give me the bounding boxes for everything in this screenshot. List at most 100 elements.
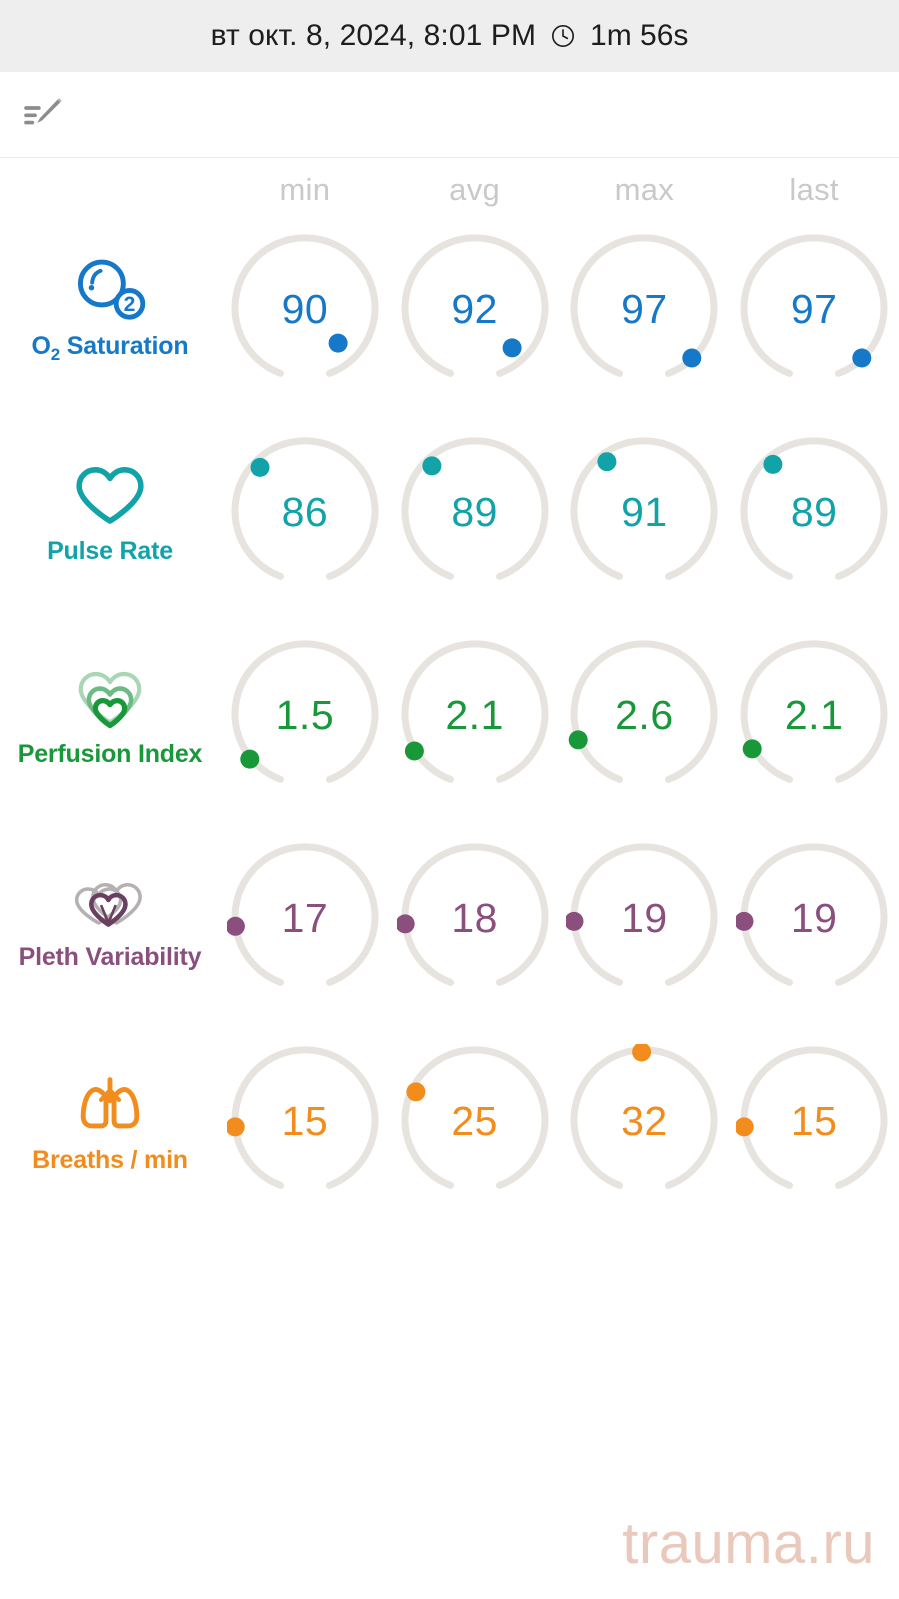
gauge-pulse-avg: 89 bbox=[397, 435, 553, 591]
gauge-value-pulse-avg: 89 bbox=[451, 489, 498, 535]
metric-row-breaths-per-min[interactable]: Breaths / min 15 25 32 15 bbox=[0, 1020, 899, 1223]
column-header-last: last bbox=[789, 172, 839, 207]
metric-name-pulse-rate: Pulse Rate bbox=[47, 537, 173, 565]
gauge-value-o2-avg: 92 bbox=[451, 286, 498, 332]
gauge-cell-max[interactable]: 19 bbox=[560, 841, 730, 997]
gauge-pleth-last: 19 bbox=[736, 841, 892, 997]
gauge-breaths-min: 15 bbox=[226, 1044, 383, 1200]
metric-row-perfusion-index[interactable]: Perfusion Index 1.5 2.1 2.6 2.1 bbox=[0, 614, 899, 817]
gauge-cell-min[interactable]: 1.5 bbox=[220, 638, 390, 794]
metric-label-pleth-variability: Pleth Variability bbox=[0, 865, 220, 972]
watermark: trauma.ru bbox=[622, 1511, 875, 1576]
column-header-min: min bbox=[279, 172, 331, 207]
gauge-value-breaths-last: 15 bbox=[790, 1098, 838, 1144]
gauge-cell-avg[interactable]: 92 bbox=[390, 232, 560, 388]
oxygen-bubble-icon: 2 bbox=[71, 254, 149, 326]
metrics-table: 2 O2 Saturation 90 92 97 97 Pulse Rate 8… bbox=[0, 208, 899, 1223]
gauge-value-pulse-min: 86 bbox=[281, 489, 329, 535]
gauge-value-o2-last: 97 bbox=[790, 286, 838, 332]
gauge-value-pulse-last: 89 bbox=[790, 489, 838, 535]
column-header-row: min avg max last bbox=[0, 158, 899, 208]
metric-name-perfusion-index: Perfusion Index bbox=[17, 740, 203, 768]
gauge-value-pleth-last: 19 bbox=[790, 895, 838, 941]
gauge-cell-avg[interactable]: 18 bbox=[390, 841, 560, 997]
metric-row-o2-saturation[interactable]: 2 O2 Saturation 90 92 97 97 bbox=[0, 208, 899, 411]
gauge-o2-max: 97 bbox=[566, 232, 722, 388]
metric-row-pulse-rate[interactable]: Pulse Rate 86 89 91 89 bbox=[0, 411, 899, 614]
gauge-group-breaths-per-min: 15 25 32 15 bbox=[220, 1043, 899, 1200]
gauge-value-perfusion-avg: 2.1 bbox=[445, 692, 504, 738]
column-header-spacer bbox=[0, 172, 220, 208]
gauge-group-o2-saturation: 90 92 97 97 bbox=[220, 232, 899, 388]
metric-name-breaths-per-min: Breaths / min bbox=[32, 1146, 188, 1174]
gauge-cell-last[interactable]: 97 bbox=[729, 232, 899, 388]
gauge-breaths-avg: 25 bbox=[397, 1044, 553, 1200]
metric-label-pulse-rate: Pulse Rate bbox=[0, 459, 220, 566]
gauge-cell-last[interactable]: 15 bbox=[729, 1044, 899, 1200]
toolbar bbox=[0, 72, 899, 158]
gauge-perfusion-avg: 2.1 bbox=[397, 638, 553, 794]
edit-note-icon[interactable] bbox=[20, 92, 66, 138]
gauge-value-o2-max: 97 bbox=[621, 286, 668, 332]
gauge-group-pleth-variability: 17 18 19 19 bbox=[220, 841, 899, 997]
gauge-value-breaths-max: 32 bbox=[621, 1098, 668, 1144]
overlapping-hearts-icon bbox=[71, 865, 149, 937]
gauge-perfusion-max: 2.6 bbox=[566, 638, 722, 794]
metric-label-o2-saturation: 2 O2 Saturation bbox=[0, 254, 220, 365]
gauge-cell-avg[interactable]: 89 bbox=[390, 435, 560, 591]
gauge-pulse-min: 86 bbox=[227, 435, 383, 591]
gauge-cell-min[interactable]: 15 bbox=[220, 1044, 390, 1200]
metric-label-perfusion-index: Perfusion Index bbox=[0, 662, 220, 769]
session-datetime: вт окт. 8, 2024, 8:01 PM bbox=[210, 19, 537, 52]
clock-icon bbox=[550, 23, 576, 49]
gauge-cell-max[interactable]: 97 bbox=[560, 232, 730, 388]
lungs-icon bbox=[71, 1068, 149, 1140]
gauge-cell-last[interactable]: 89 bbox=[729, 435, 899, 591]
gauge-perfusion-last: 2.1 bbox=[736, 638, 892, 794]
metric-name-pleth-variability: Pleth Variability bbox=[18, 943, 202, 971]
gauge-cell-min[interactable]: 17 bbox=[220, 841, 390, 997]
gauge-cell-avg[interactable]: 2.1 bbox=[390, 638, 560, 794]
gauge-cell-min[interactable]: 86 bbox=[220, 435, 390, 591]
gauge-cell-min[interactable]: 90 bbox=[220, 232, 390, 388]
gauge-value-perfusion-last: 2.1 bbox=[784, 692, 844, 738]
gauge-o2-avg: 92 bbox=[397, 232, 553, 388]
gauge-o2-min: 90 bbox=[227, 232, 383, 388]
svg-text:2: 2 bbox=[124, 293, 136, 316]
gauge-pulse-max: 91 bbox=[566, 435, 722, 591]
gauge-group-perfusion-index: 1.5 2.1 2.6 2.1 bbox=[220, 638, 899, 794]
nested-hearts-icon bbox=[71, 662, 149, 734]
metric-label-breaths-per-min: Breaths / min bbox=[0, 1068, 220, 1175]
column-header-avg: avg bbox=[449, 172, 501, 207]
heart-outline-icon bbox=[71, 459, 149, 531]
session-duration: 1m 56s bbox=[590, 19, 689, 52]
gauge-cell-max[interactable]: 91 bbox=[560, 435, 730, 591]
column-header-max: max bbox=[614, 172, 675, 207]
gauge-perfusion-min: 1.5 bbox=[227, 638, 383, 794]
gauge-cell-last[interactable]: 2.1 bbox=[729, 638, 899, 794]
gauge-pleth-avg: 18 bbox=[396, 841, 553, 997]
gauge-value-pleth-max: 19 bbox=[621, 895, 668, 941]
gauge-group-pulse-rate: 86 89 91 89 bbox=[220, 435, 899, 591]
gauge-cell-max[interactable]: 2.6 bbox=[560, 638, 730, 794]
metric-row-pleth-variability[interactable]: Pleth Variability 17 18 19 19 bbox=[0, 817, 899, 1020]
gauge-breaths-max: 32 bbox=[566, 1043, 722, 1200]
gauge-pleth-max: 19 bbox=[566, 841, 722, 997]
gauge-pulse-last: 89 bbox=[736, 435, 892, 591]
gauge-breaths-last: 15 bbox=[736, 1044, 892, 1200]
gauge-value-pulse-max: 91 bbox=[621, 489, 668, 535]
gauge-pleth-min: 17 bbox=[226, 841, 383, 997]
gauge-value-perfusion-min: 1.5 bbox=[275, 692, 335, 738]
gauge-value-breaths-min: 15 bbox=[281, 1098, 329, 1144]
gauge-cell-last[interactable]: 19 bbox=[729, 841, 899, 997]
gauge-value-perfusion-max: 2.6 bbox=[615, 692, 674, 738]
gauge-cell-max[interactable]: 32 bbox=[560, 1043, 730, 1200]
gauge-value-pleth-avg: 18 bbox=[451, 895, 498, 941]
gauge-cell-avg[interactable]: 25 bbox=[390, 1044, 560, 1200]
gauge-value-breaths-avg: 25 bbox=[451, 1098, 498, 1144]
session-header: вт окт. 8, 2024, 8:01 PM 1m 56s bbox=[0, 0, 899, 72]
gauge-value-o2-min: 90 bbox=[281, 286, 329, 332]
gauge-value-pleth-min: 17 bbox=[281, 895, 329, 941]
metric-name-o2-saturation: O2 Saturation bbox=[31, 332, 189, 364]
gauge-o2-last: 97 bbox=[736, 232, 892, 388]
